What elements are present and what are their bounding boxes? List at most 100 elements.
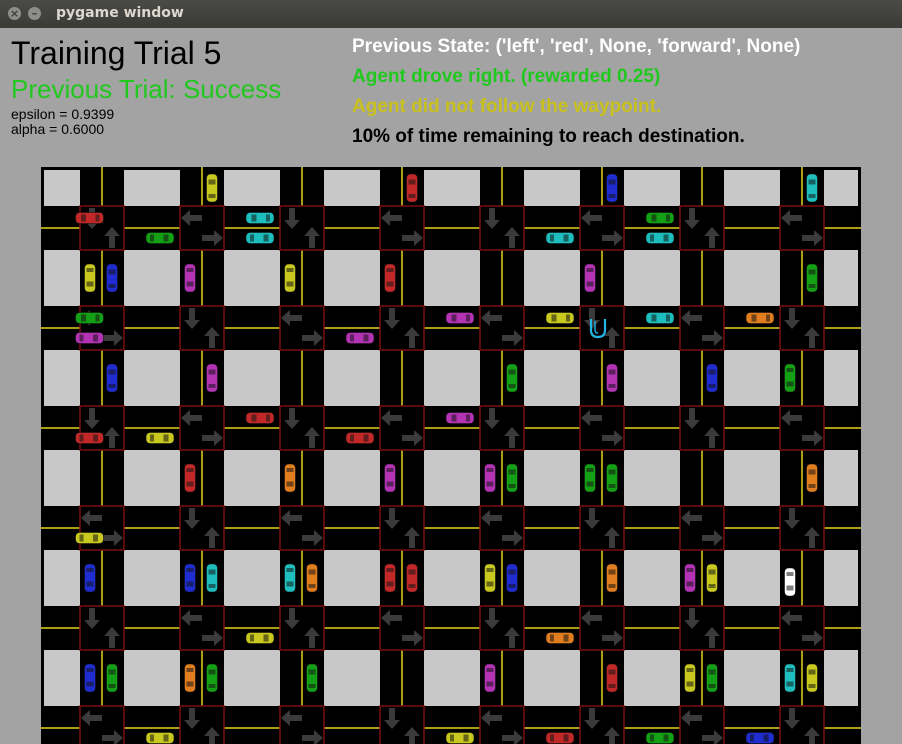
car (384, 463, 396, 493)
city-block (724, 250, 780, 306)
city-block (124, 650, 180, 706)
car (75, 532, 104, 544)
car (606, 563, 618, 593)
car (75, 332, 104, 344)
city-block (824, 250, 858, 306)
city-block (44, 650, 80, 706)
city-block (44, 170, 80, 206)
city-block (324, 550, 380, 606)
city-block (724, 650, 780, 706)
car (506, 563, 518, 593)
city-block (524, 350, 580, 406)
city-block (624, 550, 680, 606)
car (645, 732, 675, 744)
car (806, 663, 818, 693)
city-block (824, 650, 858, 706)
car (284, 563, 296, 593)
city-block (424, 250, 480, 306)
car (406, 173, 418, 203)
car (545, 732, 575, 744)
city-block (824, 350, 858, 406)
city-block (824, 170, 858, 206)
city-block (424, 550, 480, 606)
car (284, 463, 296, 493)
city-block (724, 170, 780, 206)
car (106, 363, 118, 393)
car (706, 363, 718, 393)
city-block (124, 250, 180, 306)
car (84, 563, 96, 593)
city-block (324, 170, 380, 206)
car (545, 632, 575, 644)
city-block (224, 450, 280, 506)
car (306, 663, 318, 693)
car (706, 663, 718, 693)
city-block (324, 350, 380, 406)
car (484, 463, 496, 493)
car (645, 212, 675, 224)
car (284, 263, 296, 293)
car (606, 463, 618, 493)
city-grid (41, 167, 861, 744)
car (484, 563, 496, 593)
car (245, 412, 275, 424)
car (384, 263, 396, 293)
car (545, 312, 575, 324)
car (706, 563, 718, 593)
city-block (624, 170, 680, 206)
city-block (624, 250, 680, 306)
city-block (324, 450, 380, 506)
car (206, 173, 218, 203)
car (206, 363, 218, 393)
city-block (524, 250, 580, 306)
city-block (324, 250, 380, 306)
car (606, 663, 618, 693)
car (184, 263, 196, 293)
car (406, 563, 418, 593)
car (245, 232, 275, 244)
city-block (224, 170, 280, 206)
city-block (124, 170, 180, 206)
car (445, 732, 475, 744)
city-block (224, 250, 280, 306)
city-block (44, 450, 80, 506)
city-block (724, 550, 780, 606)
car (106, 663, 118, 693)
car (806, 463, 818, 493)
car (506, 363, 518, 393)
city-block (424, 650, 480, 706)
agent-car (784, 567, 796, 597)
city-block (224, 350, 280, 406)
car (345, 332, 375, 344)
car (606, 363, 618, 393)
car (306, 563, 318, 593)
city-block (724, 350, 780, 406)
city-block (524, 450, 580, 506)
car (84, 263, 96, 293)
city-block (524, 170, 580, 206)
car (806, 173, 818, 203)
car (206, 663, 218, 693)
car (184, 463, 196, 493)
car (645, 312, 675, 324)
car (106, 263, 118, 293)
city-block (624, 650, 680, 706)
car (584, 463, 596, 493)
city-block (124, 450, 180, 506)
car (745, 312, 775, 324)
car (684, 663, 696, 693)
car (75, 432, 104, 444)
city-block (624, 350, 680, 406)
city-block (724, 450, 780, 506)
car (145, 232, 175, 244)
car (645, 232, 675, 244)
car (75, 212, 104, 224)
city-block (824, 550, 858, 606)
city-block (424, 170, 480, 206)
car (606, 173, 618, 203)
city-block (424, 450, 480, 506)
city-block (324, 650, 380, 706)
city-block (124, 350, 180, 406)
car (484, 663, 496, 693)
car (745, 732, 775, 744)
